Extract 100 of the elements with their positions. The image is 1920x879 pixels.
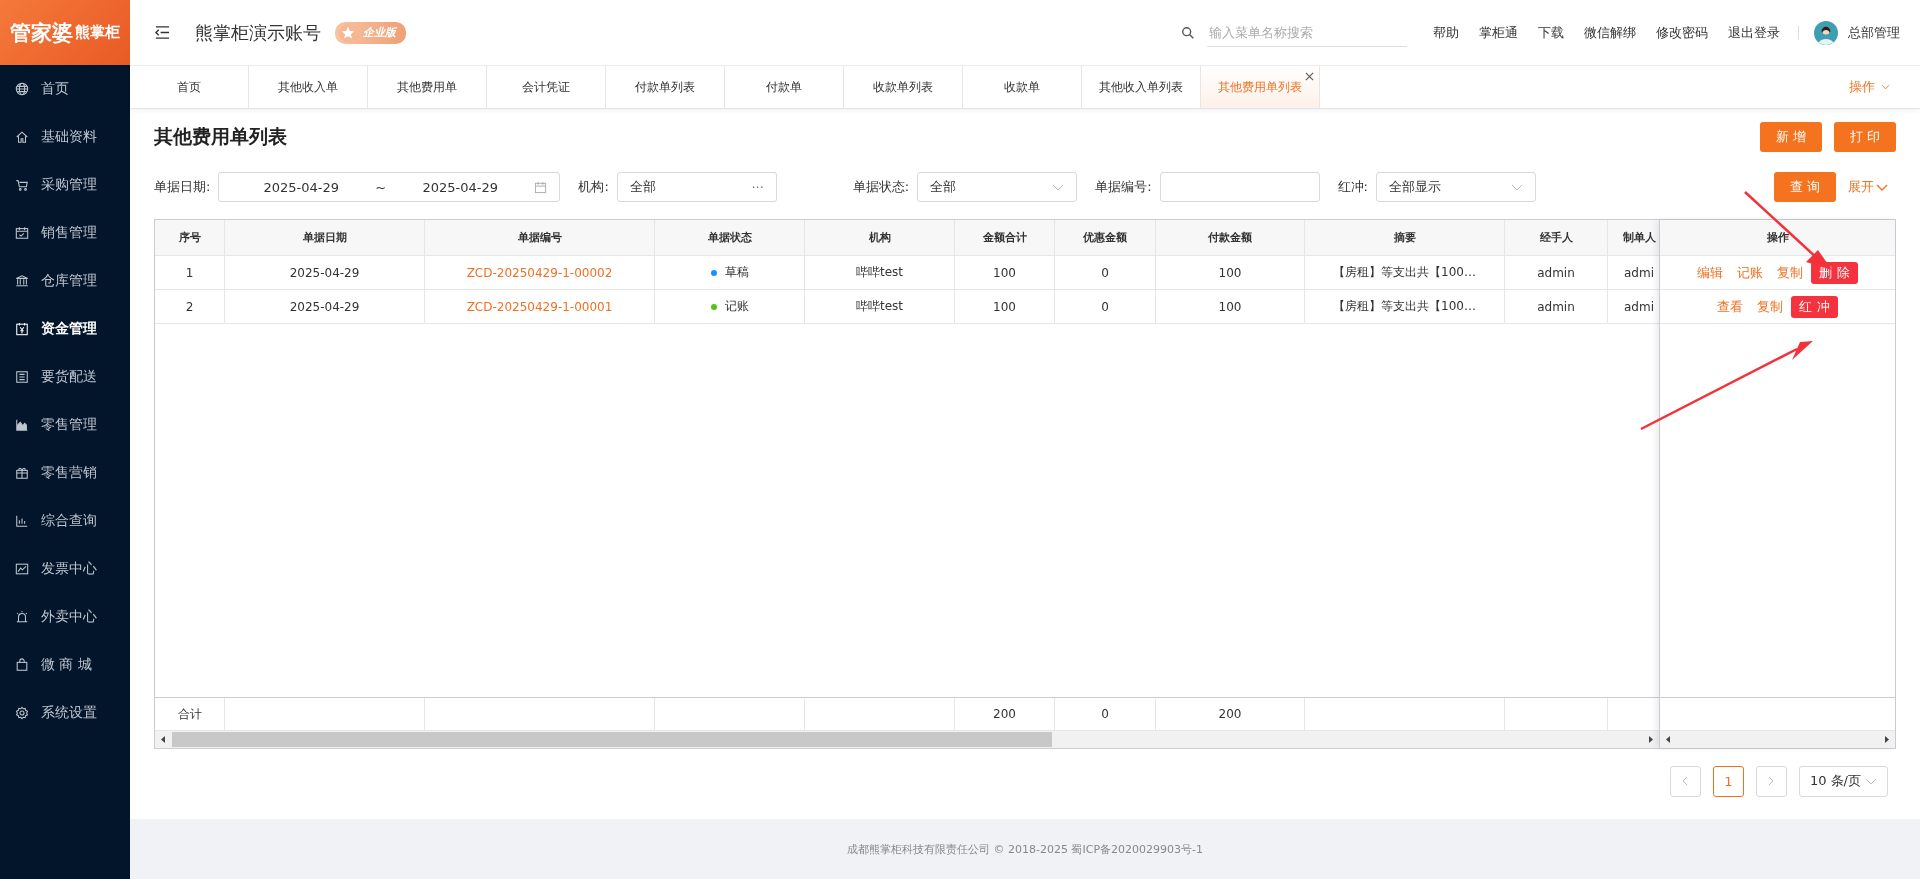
table-cell: 2025-04-29	[225, 290, 425, 323]
filter-label: 单据状态:	[852, 178, 910, 196]
settings-icon	[15, 706, 29, 720]
line-chart-icon	[15, 562, 29, 576]
table-cell: admi	[1608, 290, 1659, 323]
cart-icon	[15, 178, 29, 192]
chevron-down-icon	[1510, 183, 1523, 191]
sidebar-item[interactable]: 仓库管理	[0, 257, 130, 305]
tab[interactable]: 其他费用单	[368, 66, 487, 108]
horizontal-scrollbar[interactable]	[155, 731, 1659, 748]
status-select[interactable]: 全部	[917, 172, 1078, 202]
column-header: 操作	[1660, 220, 1895, 256]
chevron-down-icon	[1876, 183, 1888, 191]
table-cell: 0	[1055, 290, 1156, 323]
column-header: 单据日期	[225, 220, 425, 255]
sidebar-item[interactable]: 要货配送	[0, 353, 130, 401]
sidebar-item[interactable]: 外卖中心	[0, 593, 130, 641]
table-cell: 0	[1055, 256, 1156, 289]
organization-field[interactable]: 全部 ···	[616, 172, 777, 202]
table-cell: 200	[955, 698, 1055, 730]
action-button[interactable]: 红 冲	[1791, 295, 1838, 318]
calendar-icon	[15, 226, 29, 240]
table-cell: 100	[1156, 256, 1305, 289]
tab[interactable]: 付款单列表	[606, 66, 725, 108]
tab[interactable]: 其他收入单	[249, 66, 368, 108]
user-name[interactable]: 总部管理	[1848, 23, 1900, 42]
table-cell: 2025-04-29	[225, 256, 425, 289]
table-cell: 草稿	[655, 256, 805, 289]
sidebar-item[interactable]: 系统设置	[0, 689, 130, 737]
sidebar-item[interactable]: 零售营销	[0, 449, 130, 497]
table-cell: 哔哔test	[805, 256, 955, 289]
tab[interactable]: 收款单	[963, 66, 1082, 108]
edition-badge: 企业版	[335, 21, 406, 44]
column-header: 机构	[805, 220, 955, 255]
header-link[interactable]: 帮助	[1433, 23, 1459, 42]
chevron-right-icon	[1768, 776, 1775, 786]
table-cell: 【房租】等支出共【100…	[1305, 290, 1505, 323]
table-cell: 200	[1156, 698, 1305, 730]
account-name: 熊掌柜演示账号	[195, 20, 321, 45]
globe-icon	[15, 82, 29, 96]
table-cell: 100	[955, 290, 1055, 323]
table-cell: 1	[155, 256, 225, 289]
logo: 管家婆熊掌柜	[0, 0, 130, 65]
sidebar-item[interactable]: 发票中心	[0, 545, 130, 593]
horizontal-scrollbar[interactable]	[1660, 731, 1895, 748]
bank-icon	[15, 274, 29, 288]
tab[interactable]: 首页	[130, 66, 249, 108]
table-cell: admin	[1505, 256, 1608, 289]
header-link[interactable]: 退出登录	[1728, 23, 1780, 42]
filter-label: 机构:	[578, 178, 609, 196]
table-cell: 0	[1055, 698, 1156, 730]
chevron-down-icon	[1052, 183, 1065, 191]
alarm-icon	[15, 610, 29, 624]
page-title: 其他费用单列表	[154, 124, 287, 149]
page-size-select[interactable]: 10 条/页	[1798, 765, 1888, 797]
header-link[interactable]: 修改密码	[1656, 23, 1708, 42]
close-icon[interactable]	[1305, 72, 1314, 81]
table-cell: 100	[955, 256, 1055, 289]
reversal-select[interactable]: 全部显示	[1375, 172, 1536, 202]
tab[interactable]: 收款单列表	[844, 66, 963, 108]
sidebar-item[interactable]: 首页	[0, 65, 130, 113]
sidebar-item[interactable]: 综合查询	[0, 497, 130, 545]
column-header: 经手人	[1505, 220, 1608, 255]
tab[interactable]: 付款单	[725, 66, 844, 108]
header-link[interactable]: 掌柜通	[1479, 23, 1518, 42]
table-cell: 100	[1156, 290, 1305, 323]
list-icon	[15, 370, 29, 384]
chevron-down-icon	[1865, 777, 1877, 785]
table-cell: admin	[1505, 290, 1608, 323]
sidebar-item[interactable]: 零售管理	[0, 401, 130, 449]
column-header: 金额合计	[955, 220, 1055, 255]
filter-label: 单据日期:	[154, 178, 211, 196]
home-icon	[15, 130, 29, 144]
column-header: 付款金额	[1156, 220, 1305, 255]
number-field[interactable]	[1159, 172, 1320, 202]
footer-text: 成都熊掌柜科技有限责任公司 © 2018-2025 蜀ICP备2020029903号-1	[847, 841, 1203, 857]
sidebar-item[interactable]: 采购管理	[0, 161, 130, 209]
table-cell: 合计	[155, 698, 225, 730]
sidebar-item[interactable]: 资金管理	[0, 305, 130, 353]
column-header: 单据编号	[425, 220, 655, 255]
yen-icon	[15, 322, 29, 336]
calendar-icon	[534, 180, 548, 194]
column-header: 摘要	[1305, 220, 1505, 255]
search-icon	[1181, 25, 1195, 40]
header-link[interactable]: 微信解绑	[1584, 23, 1636, 42]
sidebar-item[interactable]: 销售管理	[0, 209, 130, 257]
date-range-field[interactable]: 2025-04-29 ~ 2025-04-29	[218, 172, 561, 202]
table-cell: 记账	[655, 290, 805, 323]
menu-icon[interactable]	[154, 25, 171, 40]
action-button[interactable]: 删 除	[1811, 261, 1858, 284]
header-link[interactable]: 下载	[1538, 23, 1564, 42]
avatar-icon[interactable]	[1814, 20, 1838, 45]
table-cell: 2	[155, 290, 225, 323]
area-chart-icon	[15, 418, 29, 432]
column-header: 优惠金额	[1055, 220, 1156, 255]
table-cell: 哔哔test	[805, 290, 955, 323]
filter-label: 红冲:	[1337, 178, 1368, 196]
sidebar-item[interactable]: 微 商 城	[0, 641, 130, 689]
sidebar-item[interactable]: 基础资料	[0, 113, 130, 161]
tab[interactable]: 会计凭证	[487, 66, 606, 108]
